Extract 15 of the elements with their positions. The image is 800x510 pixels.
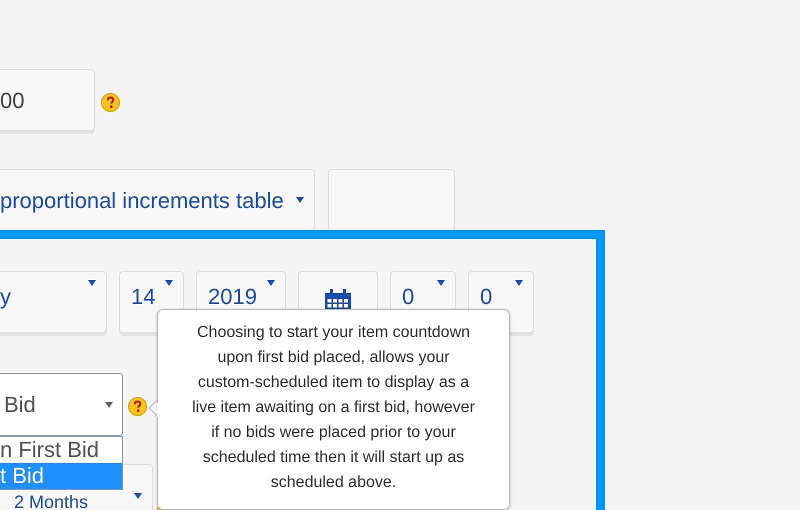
caret-icon (134, 493, 142, 499)
caret-icon (88, 280, 96, 286)
caret-icon (296, 197, 304, 203)
start-select[interactable]: Bid (0, 373, 123, 436)
date-select[interactable]: y (0, 271, 107, 333)
price-field[interactable]: 00 (0, 69, 95, 131)
empty-field[interactable] (328, 169, 455, 231)
caret-icon (267, 280, 275, 286)
increment-select[interactable]: proportional increments table (0, 169, 315, 231)
caret-icon (105, 402, 113, 408)
caret-icon (437, 280, 445, 286)
help-icon[interactable] (128, 397, 147, 416)
help-icon[interactable] (101, 92, 120, 112)
caret-icon (515, 280, 523, 286)
caret-icon (165, 280, 173, 286)
